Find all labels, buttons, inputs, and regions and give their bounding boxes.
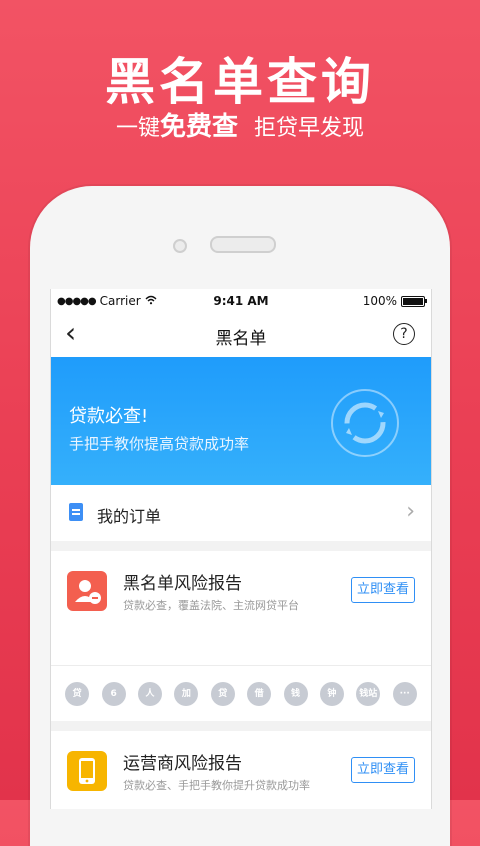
- document-icon: [69, 503, 83, 521]
- partner-logo: 人: [137, 681, 162, 706]
- partner-logo: 6: [101, 681, 126, 706]
- speaker-icon: [210, 236, 276, 253]
- page-title: 黑名单: [215, 329, 267, 349]
- view-now-button[interactable]: 立即查看: [351, 757, 415, 783]
- hero-title: 黑名单查询: [105, 53, 375, 111]
- banner-title: 贷款必查!: [69, 406, 149, 427]
- partner-logo: 贷: [65, 681, 90, 706]
- partner-logo: 钟: [319, 681, 344, 706]
- partner-logo: 钱: [283, 681, 308, 706]
- banner-subtitle: 手把手教你提高贷款成功率: [69, 435, 250, 453]
- hero-sub-suffix: 拒贷早发现: [254, 116, 365, 141]
- carrier-report-card: 运营商风险报告 贷款必查、手把手教你提升贷款成功率 立即查看: [51, 731, 431, 809]
- report-title: 运营商风险报告: [123, 754, 242, 774]
- my-orders-label: 我的订单: [97, 507, 162, 526]
- battery-label: 100%: [362, 294, 397, 308]
- blacklist-report-card: 黑名单风险报告 贷款必查，覆盖法院、主流网贷平台 立即查看 贷 6 人 加 贷 …: [51, 551, 431, 721]
- partner-logo: 借: [247, 681, 272, 706]
- refresh-icon: [331, 389, 399, 457]
- report-desc: 贷款必查、手把手教你提升贷款成功率: [123, 779, 310, 792]
- partner-logo: 贷: [210, 681, 235, 706]
- partner-logo: 加: [174, 681, 199, 706]
- partner-logos: 贷 6 人 加 贷 借 钱 钟 钱站 ···: [51, 665, 431, 721]
- phone-icon: [67, 751, 107, 791]
- chevron-right-icon: ›: [406, 499, 415, 524]
- hero-subtitle: 一键免费查 拒贷早发现: [0, 106, 480, 143]
- hero-sub-strong: 免费查: [159, 112, 238, 142]
- phone-frame: ●●●●● Carrier 9:41 AM 100% ‹ 黑名单 ? 贷款必查!…: [30, 186, 450, 846]
- user-minus-icon: [67, 571, 107, 611]
- nav-bar: ‹ 黑名单 ?: [51, 313, 431, 358]
- battery-icon: [401, 295, 427, 307]
- report-title: 黑名单风险报告: [123, 574, 242, 594]
- promo-banner[interactable]: 贷款必查! 手把手教你提高贷款成功率: [51, 357, 431, 485]
- hero-sub-prefix: 一键: [115, 116, 160, 141]
- help-icon[interactable]: ?: [393, 323, 415, 345]
- status-bar: ●●●●● Carrier 9:41 AM 100%: [51, 289, 431, 313]
- report-desc: 贷款必查，覆盖法院、主流网贷平台: [123, 599, 299, 612]
- phone-screen: ●●●●● Carrier 9:41 AM 100% ‹ 黑名单 ? 贷款必查!…: [50, 289, 432, 809]
- my-orders-row[interactable]: 我的订单 ›: [51, 485, 431, 541]
- view-now-button[interactable]: 立即查看: [351, 577, 415, 603]
- more-icon[interactable]: ···: [392, 681, 417, 706]
- partner-logo: 钱站: [356, 681, 381, 706]
- camera-icon: [173, 239, 187, 253]
